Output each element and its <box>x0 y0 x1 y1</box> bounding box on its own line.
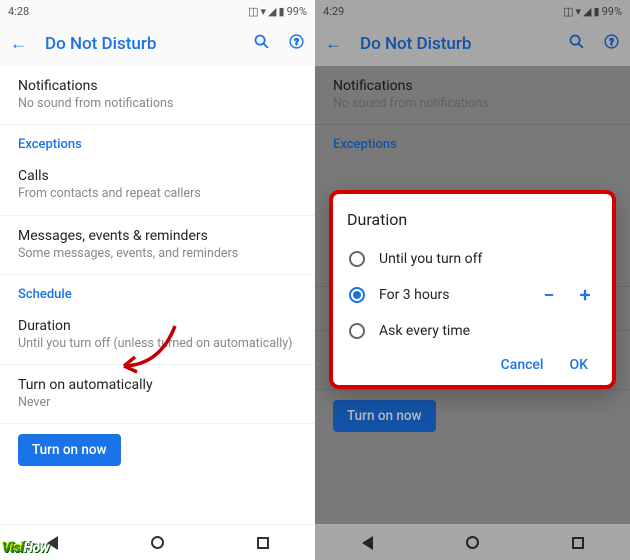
notifications-row[interactable]: Notifications No sound from notification… <box>315 66 630 124</box>
turn-on-button[interactable]: Turn on now <box>333 400 436 432</box>
status-icons: ◫ ▾ ◢ ▮ 99% <box>563 5 622 18</box>
option-label: For 3 hours <box>379 287 524 303</box>
row-sub: Some messages, events, and reminders <box>18 246 297 262</box>
app-bar: ← Do Not Disturb ? <box>315 22 630 66</box>
vibrate-icon: ◫ <box>248 5 258 18</box>
calls-row[interactable]: Calls From contacts and repeat callers <box>0 156 315 214</box>
watermark: VisiHow <box>2 540 49 556</box>
nav-home-icon[interactable] <box>466 536 479 549</box>
row-title: Notifications <box>333 78 612 94</box>
increase-button[interactable]: + <box>574 283 596 307</box>
svg-text:?: ? <box>294 37 298 48</box>
duration-dialog: Duration Until you turn off For 3 hours … <box>329 190 616 389</box>
battery-pct: 99% <box>602 5 622 18</box>
option-label: Ask every time <box>379 323 470 339</box>
row-title: Calls <box>18 168 297 184</box>
signal-icon: ◢ <box>268 5 276 18</box>
back-icon[interactable]: ← <box>325 34 342 54</box>
vibrate-icon: ◫ <box>563 5 573 18</box>
nav-back-icon[interactable] <box>362 536 373 550</box>
turn-on-button[interactable]: Turn on now <box>18 434 121 466</box>
wifi-icon: ▾ <box>261 5 267 18</box>
search-icon[interactable] <box>253 33 270 55</box>
cancel-button[interactable]: Cancel <box>501 357 544 373</box>
status-bar: 4:28 ◫ ▾ ◢ ▮ 99% <box>0 0 315 22</box>
search-icon[interactable] <box>568 33 585 55</box>
page-title: Do Not Disturb <box>45 34 156 54</box>
exceptions-header: Exceptions <box>0 124 315 156</box>
row-sub: Until you turn off (unless turned on aut… <box>18 336 297 352</box>
clock: 4:29 <box>323 5 344 18</box>
battery-icon: ▮ <box>279 5 285 18</box>
svg-text:?: ? <box>609 37 613 48</box>
nav-recent-icon[interactable] <box>572 537 584 549</box>
battery-icon: ▮ <box>594 5 600 18</box>
messages-row[interactable]: Messages, events & reminders Some messag… <box>0 215 315 274</box>
nav-recent-icon[interactable] <box>257 537 269 549</box>
radio-icon[interactable] <box>349 323 365 339</box>
notifications-row[interactable]: Notifications No sound from notification… <box>0 66 315 124</box>
radio-icon[interactable] <box>349 251 365 267</box>
auto-row[interactable]: Turn on automatically Never <box>0 364 315 423</box>
option-for-hours[interactable]: For 3 hours − + <box>347 275 598 315</box>
decrease-button[interactable]: − <box>538 283 560 307</box>
wifi-icon: ▾ <box>576 5 582 18</box>
app-bar: ← Do Not Disturb ? <box>0 22 315 66</box>
ok-button[interactable]: OK <box>570 357 589 373</box>
nav-bar <box>315 524 630 560</box>
settings-page: Notifications No sound from notification… <box>0 66 315 524</box>
clock: 4:28 <box>8 5 29 18</box>
option-until-off[interactable]: Until you turn off <box>347 243 598 275</box>
dialog-title: Duration <box>347 210 598 229</box>
page-title: Do Not Disturb <box>360 34 471 54</box>
option-label: Until you turn off <box>379 251 482 267</box>
row-sub: No sound from notifications <box>333 96 612 112</box>
row-sub: Never <box>18 395 297 411</box>
battery-pct: 99% <box>287 5 307 18</box>
exceptions-header: Exceptions <box>315 124 630 156</box>
row-title: Notifications <box>18 78 297 94</box>
status-icons: ◫ ▾ ◢ ▮ 99% <box>248 5 307 18</box>
schedule-header: Schedule <box>0 274 315 306</box>
row-sub: From contacts and repeat callers <box>18 186 297 202</box>
row-sub: No sound from notifications <box>18 96 297 112</box>
back-icon[interactable]: ← <box>10 34 27 54</box>
help-icon[interactable]: ? <box>288 33 305 55</box>
row-title: Duration <box>18 318 297 334</box>
status-bar: 4:29 ◫ ▾ ◢ ▮ 99% <box>315 0 630 22</box>
nav-home-icon[interactable] <box>151 536 164 549</box>
row-title: Messages, events & reminders <box>18 228 297 244</box>
help-icon[interactable]: ? <box>603 33 620 55</box>
option-ask-every-time[interactable]: Ask every time <box>347 315 598 347</box>
radio-icon[interactable] <box>349 287 365 303</box>
signal-icon: ◢ <box>583 5 591 18</box>
row-title: Turn on automatically <box>18 377 297 393</box>
duration-row[interactable]: Duration Until you turn off (unless turn… <box>0 306 315 364</box>
